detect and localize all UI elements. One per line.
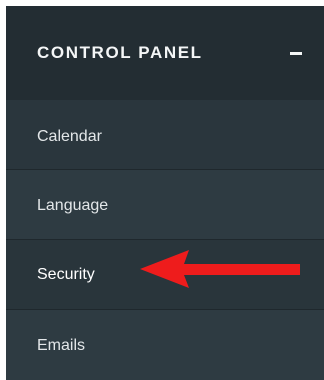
control-panel-sidebar: CONTROL PANEL Calendar Language Security… xyxy=(6,6,324,380)
sidebar-item-emails[interactable]: Emails xyxy=(6,310,324,380)
sidebar-item-label: Calendar xyxy=(37,128,102,145)
sidebar-item-language[interactable]: Language xyxy=(6,170,324,240)
control-panel-header[interactable]: CONTROL PANEL xyxy=(6,6,324,100)
sidebar-item-label: Language xyxy=(37,197,109,214)
arrow-left-icon xyxy=(140,250,300,288)
sidebar-item-label: Emails xyxy=(37,337,86,354)
minus-icon[interactable] xyxy=(290,52,302,55)
control-panel-title: CONTROL PANEL xyxy=(37,43,203,62)
annotation-arrow-shape xyxy=(140,250,300,288)
sidebar-item-calendar[interactable]: Calendar xyxy=(6,100,324,170)
sidebar-item-label: Security xyxy=(37,266,95,283)
